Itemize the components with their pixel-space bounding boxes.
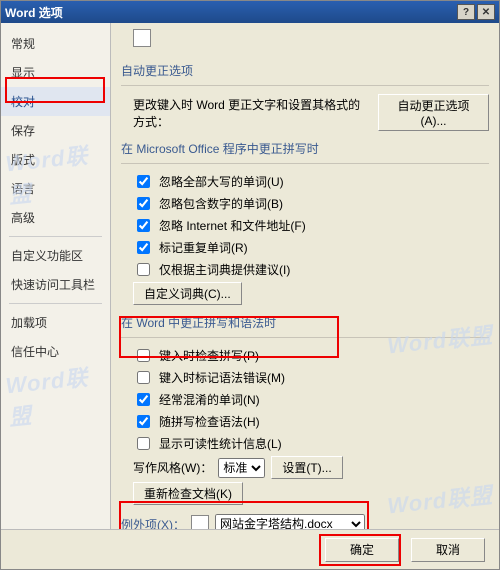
group-word-spell: 在 Word 中更正拼写和语法时 xyxy=(121,308,489,338)
writing-style-label: 写作风格(W)： xyxy=(133,459,212,476)
group-office-spell: 在 Microsoft Office 程序中更正拼写时 xyxy=(121,134,489,164)
chk-ignore-numbers[interactable] xyxy=(137,197,150,210)
lbl-confused-words: 经常混淆的单词(N) xyxy=(159,391,260,408)
recheck-document-button[interactable]: 重新检查文档(K) xyxy=(133,482,243,505)
chk-confused-words[interactable] xyxy=(137,393,150,406)
ok-button[interactable]: 确定 xyxy=(325,538,399,562)
sidebar-item-trust[interactable]: 信任中心 xyxy=(1,337,110,366)
document-icon xyxy=(191,515,209,529)
sidebar: 常规 显示 校对 保存 版式 语言 高级 自定义功能区 快速访问工具栏 加载项 … xyxy=(1,23,111,529)
sidebar-item-proofing[interactable]: 校对 xyxy=(1,87,110,116)
chk-mark-grammar-typing[interactable] xyxy=(137,371,150,384)
dialog-footer: 确定 取消 xyxy=(1,529,499,569)
lbl-main-dict-only: 仅根据主词典提供建议(I) xyxy=(159,261,290,278)
sidebar-item-advanced[interactable]: 高级 xyxy=(1,203,110,232)
sidebar-item-customize-ribbon[interactable]: 自定义功能区 xyxy=(1,241,110,270)
group-exceptions: 例外项(X)： 网站金字塔结构.docx xyxy=(121,508,489,529)
sidebar-item-language[interactable]: 语言 xyxy=(1,174,110,203)
settings-button[interactable]: 设置(T)... xyxy=(271,456,342,479)
lbl-readability-stats: 显示可读性统计信息(L) xyxy=(159,435,282,452)
chk-flag-repeat[interactable] xyxy=(137,241,150,254)
lbl-check-spelling-typing: 键入时检查拼写(P) xyxy=(159,347,259,364)
writing-style-select[interactable]: 标准 xyxy=(218,458,265,478)
main-panel: 自动更正选项 更改键入时 Word 更正文字和设置其格式的方式： 自动更正选项(… xyxy=(111,23,499,529)
lbl-grammar-with-spell: 随拼写检查语法(H) xyxy=(159,413,260,430)
custom-dictionaries-button[interactable]: 自定义词典(C)... xyxy=(133,282,242,305)
chk-check-spelling-typing[interactable] xyxy=(137,349,150,362)
sidebar-item-general[interactable]: 常规 xyxy=(1,29,110,58)
chk-ignore-uppercase[interactable] xyxy=(137,175,150,188)
chk-ignore-urls[interactable] xyxy=(137,219,150,232)
lbl-flag-repeat: 标记重复单词(R) xyxy=(159,239,248,256)
chk-readability-stats[interactable] xyxy=(137,437,150,450)
abc-icon xyxy=(133,29,151,47)
chk-grammar-with-spell[interactable] xyxy=(137,415,150,428)
chk-main-dict-only[interactable] xyxy=(137,263,150,276)
group-autocorrect: 自动更正选项 xyxy=(121,56,489,86)
watermark: Word联盟 xyxy=(4,358,113,432)
sidebar-item-addins[interactable]: 加载项 xyxy=(1,308,110,337)
close-button[interactable]: ✕ xyxy=(477,4,495,20)
sidebar-item-qat[interactable]: 快速访问工具栏 xyxy=(1,270,110,299)
titlebar: Word 选项 ? ✕ xyxy=(1,1,499,23)
lbl-ignore-uppercase: 忽略全部大写的单词(U) xyxy=(159,173,284,190)
autocorrect-desc: 更改键入时 Word 更正文字和设置其格式的方式： xyxy=(133,96,372,130)
sidebar-item-display[interactable]: 显示 xyxy=(1,58,110,87)
autocorrect-options-button[interactable]: 自动更正选项(A)... xyxy=(378,94,489,131)
help-button[interactable]: ? xyxy=(457,4,475,20)
lbl-ignore-urls: 忽略 Internet 和文件地址(F) xyxy=(159,217,306,234)
lbl-mark-grammar-typing: 键入时标记语法错误(M) xyxy=(159,369,285,386)
cancel-button[interactable]: 取消 xyxy=(411,538,485,562)
options-dialog: Word 选项 ? ✕ 常规 显示 校对 保存 版式 语言 高级 自定义功能区 … xyxy=(0,0,500,570)
sidebar-item-save[interactable]: 保存 xyxy=(1,116,110,145)
exceptions-label: 例外项(X)： xyxy=(121,516,185,530)
exceptions-doc-select[interactable]: 网站金字塔结构.docx xyxy=(215,514,365,529)
lbl-ignore-numbers: 忽略包含数字的单词(B) xyxy=(159,195,283,212)
sidebar-item-layout[interactable]: 版式 xyxy=(1,145,110,174)
window-title: Word 选项 xyxy=(5,4,455,21)
